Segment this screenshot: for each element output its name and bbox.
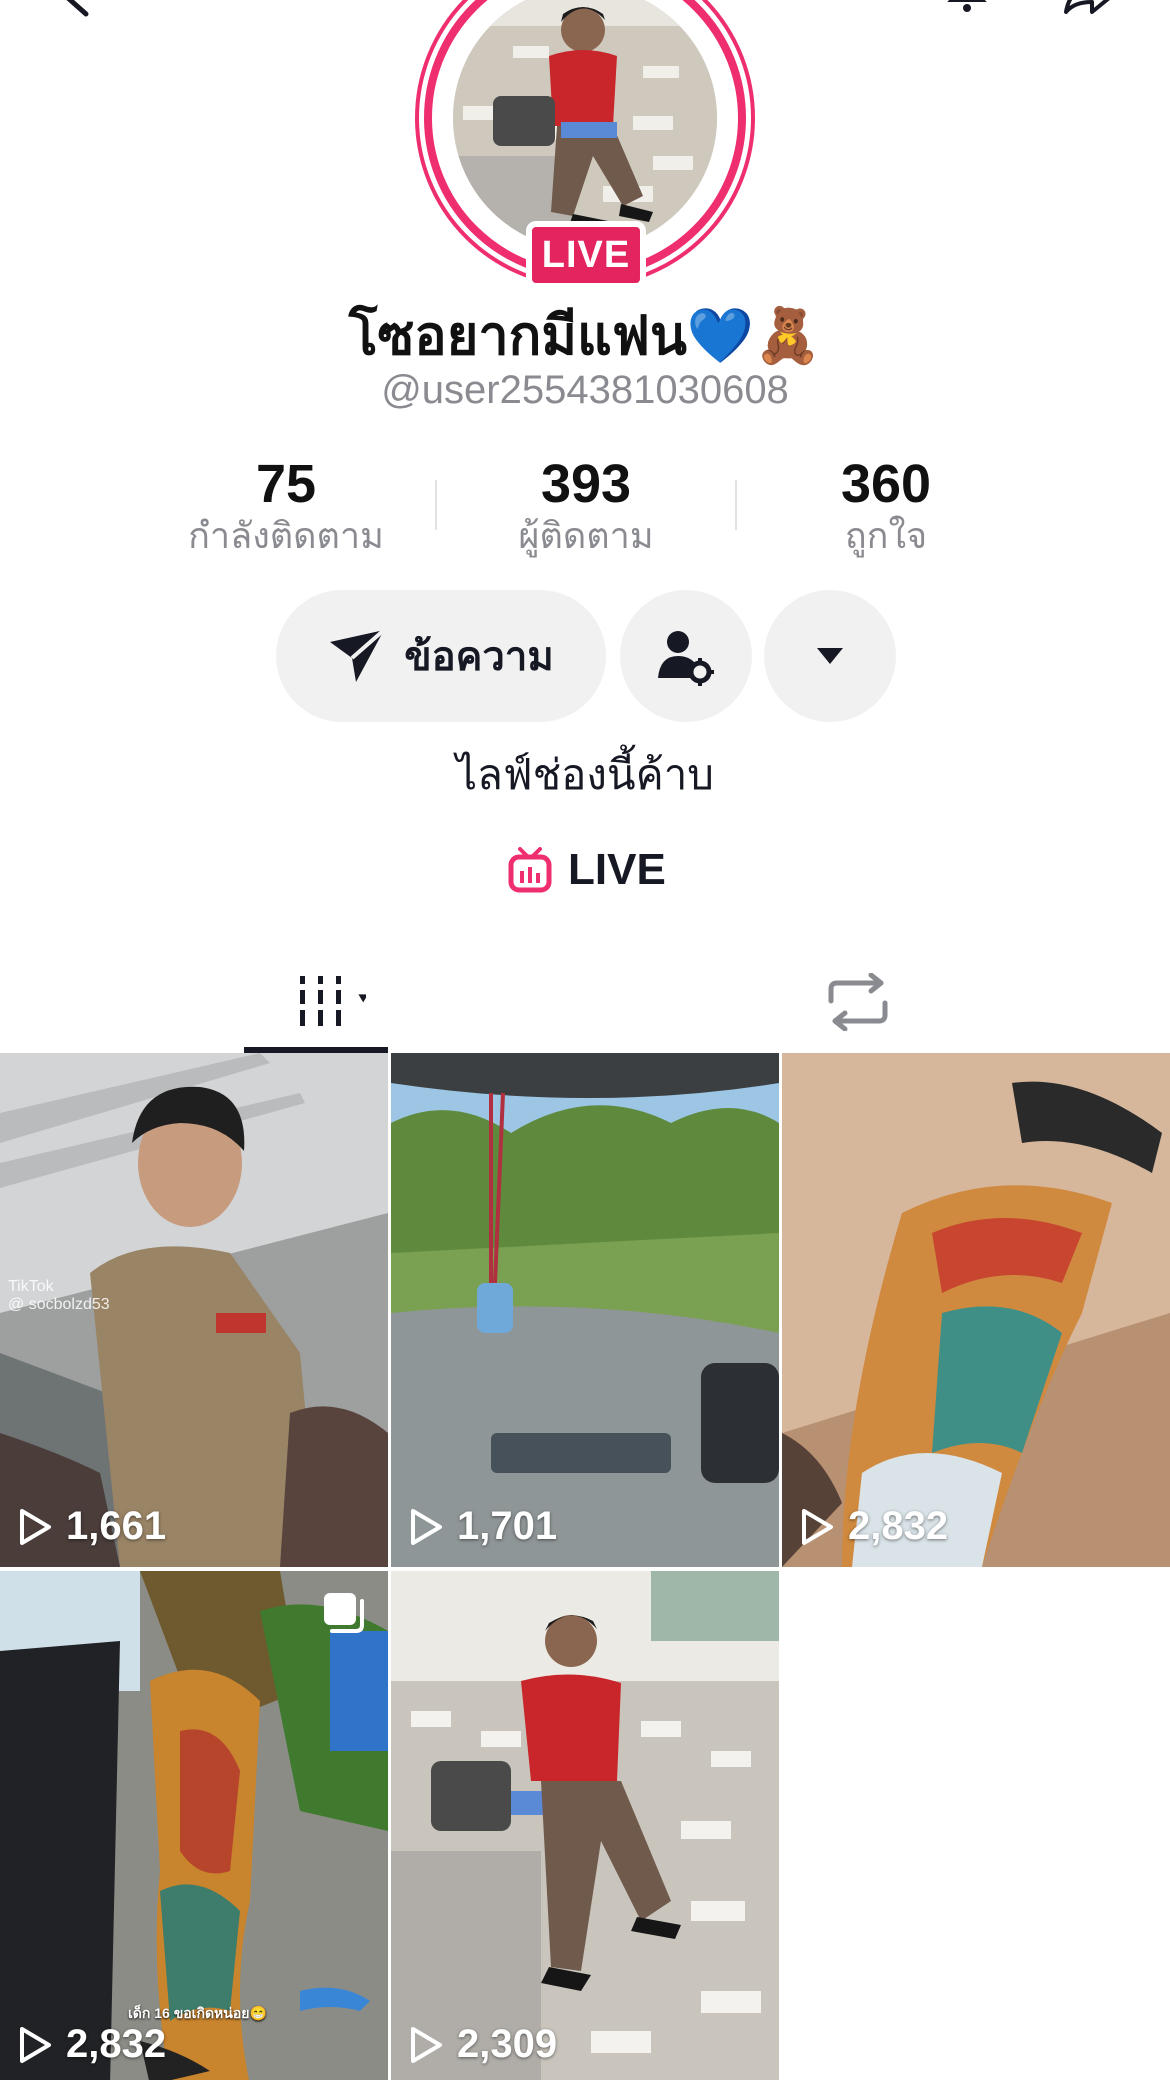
stat-followers-value: 393 (540, 454, 632, 514)
video-tile[interactable]: เด็ก 16 ขอเกิดหน่อย😁 2,832 (0, 1571, 388, 2080)
view-count: 1,701 (409, 1504, 557, 1549)
stat-followers[interactable]: 393 ผู้ติดตาม (436, 454, 736, 560)
caret-down-icon (817, 648, 843, 664)
live-badge[interactable]: LIVE (526, 221, 646, 289)
share-arrow-icon[interactable] (1062, 0, 1118, 16)
play-icon (802, 1508, 833, 1545)
back-arrow-icon[interactable] (58, 0, 98, 18)
bio-text: ไลฟ์ช่องนี้ค้าบ (456, 750, 714, 799)
view-count-value: 2,832 (66, 2022, 167, 2066)
bell-icon[interactable] (944, 0, 990, 16)
play-icon (20, 1508, 51, 1545)
view-count-value: 1,701 (457, 1504, 558, 1548)
live-link-label: LIVE (568, 845, 666, 894)
tab-videos[interactable] (244, 950, 388, 1054)
tiktok-watermark: TikTok @ socbolzd53 (8, 1278, 110, 1313)
more-dropdown-button[interactable] (764, 590, 896, 722)
view-count-value: 2,309 (457, 2022, 558, 2066)
play-icon (411, 2026, 442, 2063)
view-count: 2,832 (800, 1504, 948, 1549)
send-icon (330, 628, 386, 682)
videos-grid-icon (300, 976, 366, 1026)
video-tile[interactable]: 2,832 (782, 1053, 1170, 1567)
follow-settings-button[interactable] (620, 590, 752, 722)
stat-likes-value: 360 (840, 454, 932, 514)
video-tile[interactable]: 2,309 (391, 1571, 779, 2080)
video-thumbnail (391, 1053, 779, 1567)
video-tile[interactable]: TikTok @ socbolzd53 1,661 (0, 1053, 388, 1567)
play-icon (20, 2026, 51, 2063)
stat-likes[interactable]: 360 ถูกใจ (736, 454, 1036, 560)
stat-following-label: กำลังติดตาม (188, 516, 384, 557)
tab-reposts[interactable] (786, 950, 930, 1054)
video-thumbnail (391, 1571, 779, 2080)
display-name: โซอยากมีแฟน💙🧸 (348, 304, 822, 367)
repost-icon (828, 973, 888, 1031)
play-icon (411, 1508, 442, 1545)
stat-likes-label: ถูกใจ (844, 516, 928, 557)
stat-following-value: 75 (255, 454, 317, 514)
message-button[interactable]: ข้อความ (276, 590, 606, 722)
username: @user2554381030608 (381, 368, 789, 412)
stat-following[interactable]: 75 กำลังติดตาม (136, 454, 436, 560)
video-tile[interactable]: 1,701 (391, 1053, 779, 1567)
view-count: 2,309 (409, 2022, 557, 2067)
multi-photo-icon (324, 1593, 364, 1633)
profile-page: LIVE โซอยากมีแฟน💙🧸 @user2554381030608 75… (0, 0, 1170, 2080)
view-count-value: 2,832 (848, 1504, 949, 1548)
user-settings-icon (658, 631, 714, 686)
live-tv-icon (508, 847, 552, 893)
view-count: 1,661 (18, 1504, 166, 1549)
live-link[interactable]: LIVE (508, 840, 666, 900)
message-button-label: ข้อความ (404, 634, 554, 680)
stat-followers-label: ผู้ติดตาม (518, 516, 654, 557)
view-count: 2,832 (18, 2022, 166, 2067)
video-thumbnail (782, 1053, 1170, 1567)
view-count-value: 1,661 (66, 1504, 167, 1548)
